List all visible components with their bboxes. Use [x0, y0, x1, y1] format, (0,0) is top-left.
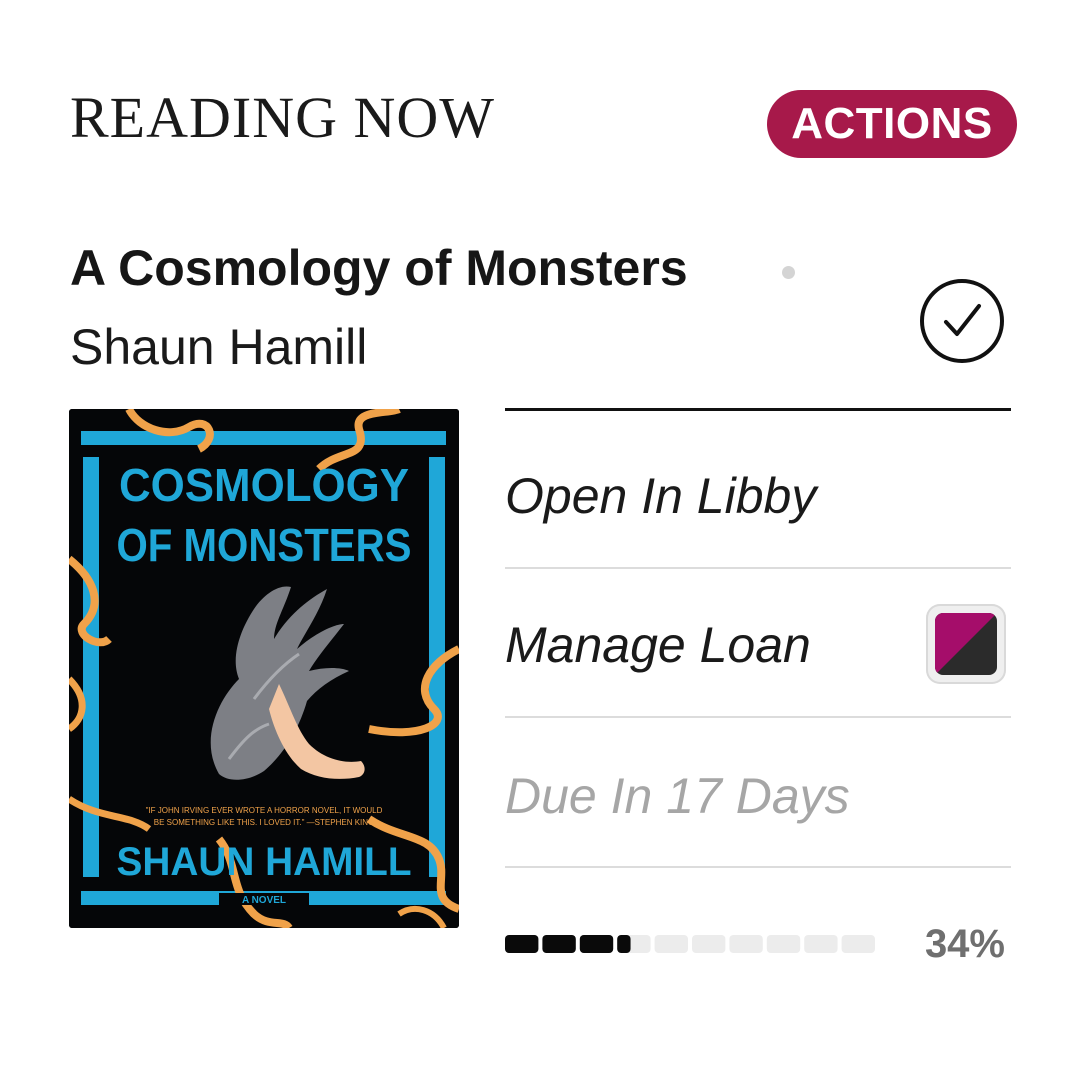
cover-title-line1: COSMOLOGY: [119, 459, 409, 511]
book-title[interactable]: A Cosmology of Monsters: [70, 236, 688, 300]
progress-segment: [692, 935, 726, 953]
progress-segment: [804, 935, 838, 953]
section-divider: [505, 408, 1011, 411]
due-date-label: Due In 17 Days: [505, 768, 850, 824]
progress-segment-fill: [579, 935, 614, 953]
cover-tag: A NOVEL: [242, 895, 286, 906]
progress-segment-fill: [542, 935, 576, 953]
loan-swatch-icon[interactable]: [926, 604, 1006, 684]
title-dot-icon: [782, 266, 795, 279]
page-title: READING NOW: [70, 85, 495, 150]
open-in-libby-link[interactable]: Open In Libby: [505, 466, 816, 526]
actions-button[interactable]: ACTIONS: [767, 90, 1017, 158]
book-cover[interactable]: A COSMOLOGY OF MONSTERS "IF JOHN IRVING …: [69, 409, 459, 928]
progress-segment: [766, 935, 801, 953]
progress-segment-fill: [617, 935, 631, 953]
menu-divider: [505, 866, 1011, 868]
manage-loan-link[interactable]: Manage Loan: [505, 615, 811, 675]
cover-title-line2: OF MONSTERS: [117, 519, 412, 571]
progress-segment: [729, 935, 763, 953]
progress-segment: [654, 935, 688, 953]
book-author[interactable]: Shaun Hamill: [70, 316, 367, 378]
cover-quote-line2: BE SOMETHING LIKE THIS. I LOVED IT." —ST…: [154, 818, 375, 827]
cover-quote-line1: "IF JOHN IRVING EVER WROTE A HORROR NOVE…: [146, 806, 383, 815]
menu-divider: [505, 567, 1011, 569]
reading-progress-bar: [505, 933, 875, 955]
menu-divider: [505, 716, 1011, 718]
cover-small-top: A: [259, 430, 269, 446]
cover-author: SHAUN HAMILL: [117, 840, 412, 884]
check-circle-icon[interactable]: [919, 278, 1005, 364]
progress-percent: 34%: [924, 922, 1005, 966]
progress-segment-fill: [505, 935, 539, 953]
progress-segment: [841, 935, 875, 953]
